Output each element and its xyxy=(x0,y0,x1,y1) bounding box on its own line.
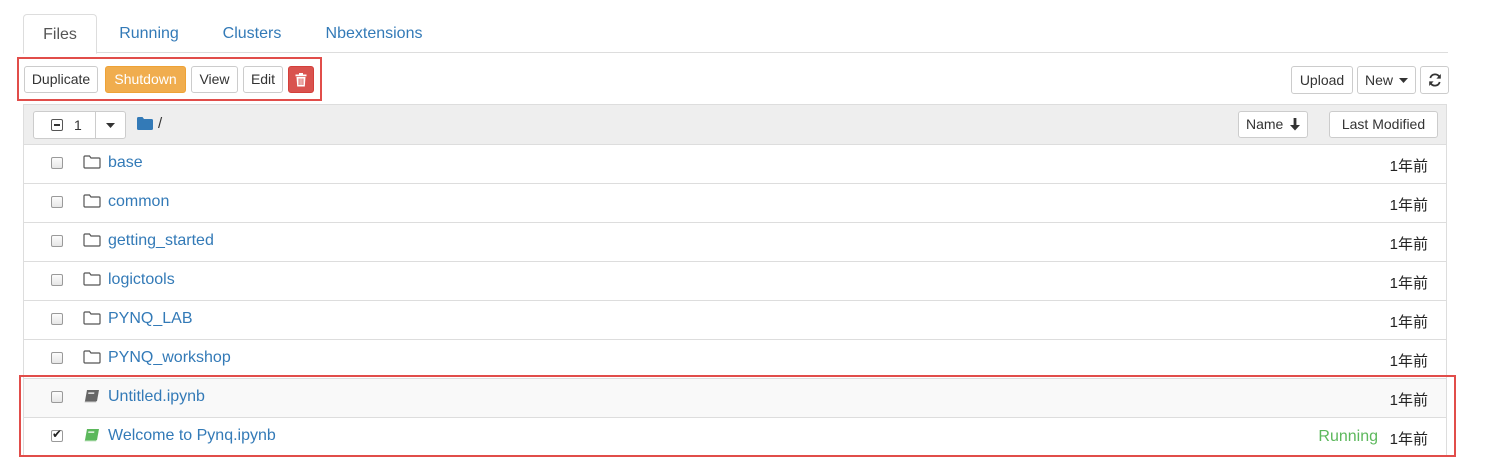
file-link[interactable]: PYNQ_workshop xyxy=(108,349,231,367)
row-checkbox[interactable] xyxy=(51,352,63,364)
file-list-header: 1 / Name Last Modified xyxy=(24,105,1446,145)
list-item[interactable]: Untitled.ipynb 1年前 xyxy=(24,379,1446,418)
trash-icon xyxy=(295,73,307,87)
modified-time: 1年前 xyxy=(1389,197,1428,214)
sort-by-name-button[interactable]: Name xyxy=(1238,111,1308,138)
folder-icon xyxy=(83,155,101,169)
folder-icon xyxy=(83,311,101,325)
folder-icon xyxy=(83,194,101,208)
file-link[interactable]: logictools xyxy=(108,271,175,289)
view-button[interactable]: View xyxy=(191,66,238,93)
edit-button[interactable]: Edit xyxy=(243,66,283,93)
row-checkbox[interactable] xyxy=(51,235,63,247)
refresh-icon xyxy=(1428,73,1441,87)
duplicate-button[interactable]: Duplicate xyxy=(24,66,98,93)
file-list: 1 / Name Last Modified base 1年前 common 1… xyxy=(23,104,1447,457)
breadcrumb-path[interactable]: / xyxy=(158,115,162,132)
list-item[interactable]: PYNQ_workshop 1年前 xyxy=(24,340,1446,379)
caret-down-icon xyxy=(1399,78,1408,83)
row-checkbox[interactable] xyxy=(51,196,63,208)
notebook-running-icon xyxy=(84,429,99,442)
folder-open-icon[interactable] xyxy=(137,117,153,130)
select-dropdown-button[interactable] xyxy=(96,112,126,138)
list-item[interactable]: getting_started 1年前 xyxy=(24,223,1446,262)
file-link[interactable]: common xyxy=(108,193,169,211)
file-link[interactable]: getting_started xyxy=(108,232,214,250)
list-item[interactable]: Welcome to Pynq.ipynb Running 1年前 xyxy=(24,418,1446,456)
modified-time: 1年前 xyxy=(1389,314,1428,331)
row-checkbox[interactable] xyxy=(51,274,63,286)
arrow-down-icon xyxy=(1290,118,1300,131)
sort-name-label: Name xyxy=(1246,116,1284,132)
notebook-icon xyxy=(84,390,99,403)
tab-clusters[interactable]: Clusters xyxy=(209,14,295,51)
delete-button[interactable] xyxy=(288,66,314,93)
modified-time: 1年前 xyxy=(1389,158,1428,175)
modified-time: 1年前 xyxy=(1389,275,1428,292)
folder-icon xyxy=(83,272,101,286)
select-all-checkbox[interactable] xyxy=(51,119,63,131)
modified-time: 1年前 xyxy=(1389,236,1428,253)
file-link[interactable]: base xyxy=(108,154,143,172)
list-item[interactable]: logictools 1年前 xyxy=(24,262,1446,301)
folder-icon xyxy=(83,233,101,247)
file-link[interactable]: PYNQ_LAB xyxy=(108,310,192,328)
new-label: New xyxy=(1365,72,1394,88)
modified-time: 1年前 xyxy=(1389,392,1428,409)
tab-nbextensions[interactable]: Nbextensions xyxy=(313,14,435,51)
shutdown-button[interactable]: Shutdown xyxy=(105,66,186,93)
row-checkbox[interactable] xyxy=(51,157,63,169)
file-link[interactable]: Untitled.ipynb xyxy=(108,388,205,406)
list-item[interactable]: base 1年前 xyxy=(24,145,1446,184)
modified-time: 1年前 xyxy=(1389,353,1428,370)
row-checkbox-checked[interactable] xyxy=(51,427,63,442)
running-status: Running xyxy=(1318,428,1378,445)
folder-icon xyxy=(83,350,101,364)
upload-button[interactable]: Upload xyxy=(1291,66,1353,94)
sort-by-modified-button[interactable]: Last Modified xyxy=(1329,111,1438,138)
file-link[interactable]: Welcome to Pynq.ipynb xyxy=(108,427,276,445)
caret-down-icon xyxy=(106,123,115,128)
select-all-group: 1 xyxy=(33,111,126,139)
new-dropdown-button[interactable]: New xyxy=(1357,66,1416,94)
row-checkbox[interactable] xyxy=(51,391,63,403)
refresh-button[interactable] xyxy=(1420,66,1449,94)
tab-files[interactable]: Files xyxy=(23,14,97,54)
list-item[interactable]: common 1年前 xyxy=(24,184,1446,223)
modified-time: 1年前 xyxy=(1389,431,1428,448)
selected-count: 1 xyxy=(74,117,82,133)
tab-bar: Files Running Clusters Nbextensions xyxy=(23,14,1448,54)
row-checkbox[interactable] xyxy=(51,313,63,325)
list-item[interactable]: PYNQ_LAB 1年前 xyxy=(24,301,1446,340)
tab-running[interactable]: Running xyxy=(107,14,191,51)
